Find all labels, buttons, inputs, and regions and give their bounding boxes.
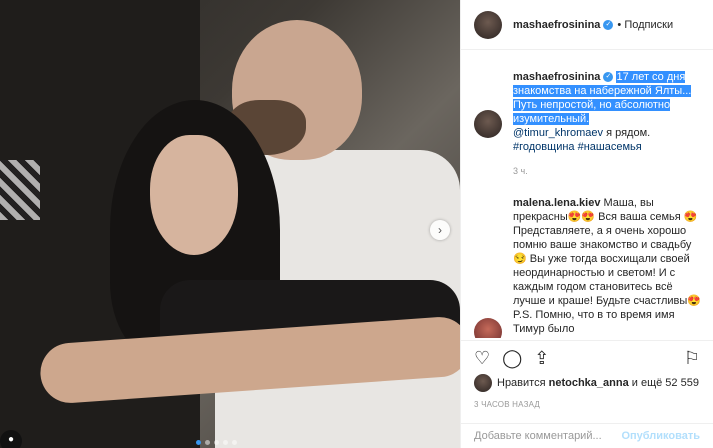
post-timestamp: 3 ЧАСОВ НАЗАД bbox=[474, 400, 541, 409]
likes-prefix: Нравится bbox=[497, 377, 546, 389]
avatar[interactable] bbox=[474, 110, 502, 138]
author-username[interactable]: mashaefrosinina bbox=[513, 19, 600, 31]
comment-text: Маша, вы прекрасны😍😍 Вся ваша семья 😍 Пр… bbox=[513, 197, 701, 335]
comment-username[interactable]: malena.lena.kiev bbox=[513, 197, 600, 209]
heart-icon[interactable]: ♡ bbox=[474, 349, 490, 367]
carousel-dot bbox=[214, 440, 219, 445]
comment-icon[interactable]: ◯ bbox=[502, 349, 522, 367]
share-icon[interactable]: ⇪ bbox=[534, 349, 549, 367]
carousel-dot bbox=[205, 440, 210, 445]
caption-username[interactable]: mashaefrosinina bbox=[513, 71, 600, 83]
mention-link[interactable]: @timur_khromaev bbox=[513, 127, 603, 139]
likes-summary: Нравится netochka_anna и ещё 52 559 bbox=[474, 374, 699, 392]
caption-time: 3 ч. bbox=[513, 166, 528, 176]
carousel-dot bbox=[232, 440, 237, 445]
following-button[interactable]: • Подписки bbox=[617, 19, 673, 31]
verified-icon: ✓ bbox=[603, 72, 614, 83]
post-header: mashaefrosinina ✓ • Подписки bbox=[461, 0, 713, 50]
comment-input[interactable] bbox=[474, 430, 622, 442]
user-tag-icon[interactable]: ● bbox=[0, 430, 22, 448]
carousel-dots bbox=[196, 440, 237, 445]
caption-rest: я рядом. bbox=[603, 127, 651, 139]
action-bar: ♡ ◯ ⇪ ⚐ bbox=[461, 340, 713, 374]
liker-username[interactable]: netochka_anna bbox=[549, 377, 629, 389]
carousel-next-icon[interactable]: › bbox=[430, 220, 450, 240]
bookmark-icon[interactable]: ⚐ bbox=[684, 349, 700, 367]
comments-list[interactable]: mashaefrosinina ✓ 17 лет со дня знакомств… bbox=[461, 50, 713, 338]
comment-item: malena.lena.kiev Маша, вы прекрасны😍😍 Вс… bbox=[461, 196, 713, 338]
carousel-dot bbox=[223, 440, 228, 445]
likes-suffix[interactable]: и ещё 52 559 bbox=[632, 377, 699, 389]
post-sidebar: mashaefrosinina ✓ • Подписки mashaefrosi… bbox=[460, 0, 713, 448]
caption: mashaefrosinina ✓ 17 лет со дня знакомств… bbox=[461, 50, 713, 178]
avatar[interactable] bbox=[474, 10, 502, 39]
carousel-dot bbox=[196, 440, 201, 445]
verified-icon: ✓ bbox=[603, 19, 614, 30]
decorative-pattern bbox=[0, 160, 40, 220]
avatar[interactable] bbox=[474, 374, 492, 392]
post-photo[interactable]: › ● bbox=[0, 0, 460, 448]
publish-button[interactable]: Опубликовать bbox=[621, 430, 700, 442]
hashtag-links[interactable]: #годовщина #нашасемья bbox=[513, 141, 642, 153]
add-comment-bar: Опубликовать bbox=[461, 423, 713, 448]
avatar[interactable] bbox=[474, 318, 502, 338]
